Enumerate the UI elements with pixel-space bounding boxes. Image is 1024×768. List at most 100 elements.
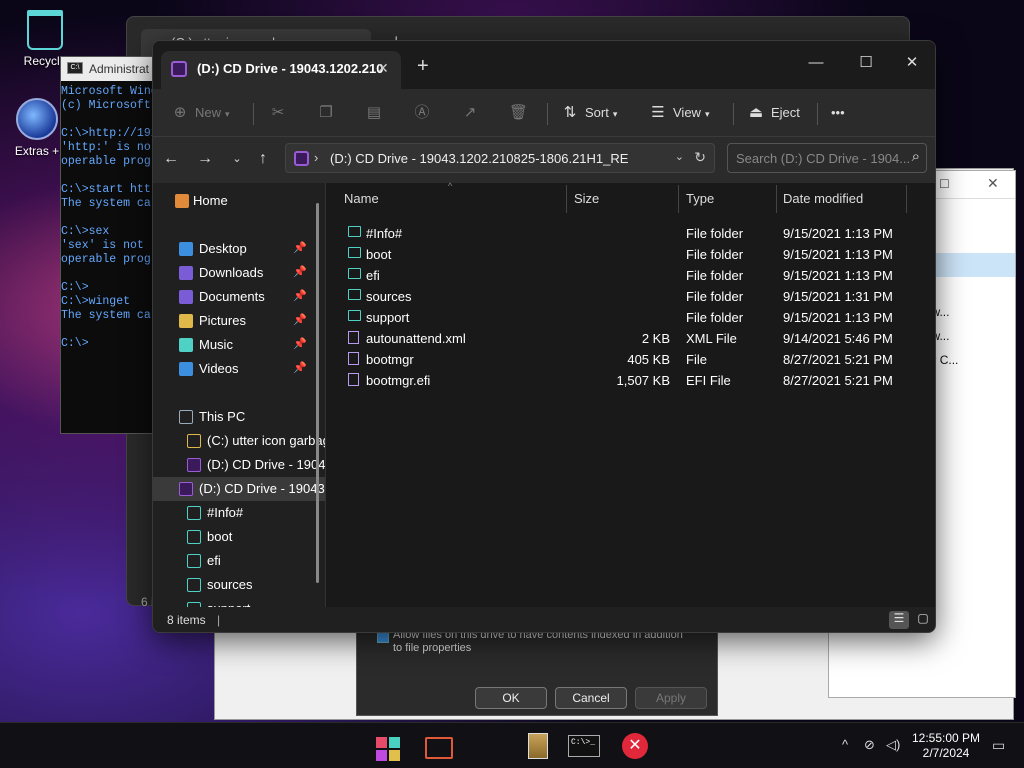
nav-folder-efi[interactable]: efi bbox=[153, 549, 325, 573]
file-row[interactable]: efi File folder 9/15/2021 1:13 PM bbox=[344, 265, 924, 286]
file-row[interactable]: boot File folder 9/15/2021 1:13 PM bbox=[344, 244, 924, 265]
new-button[interactable]: ⊕ New ▾ bbox=[171, 97, 230, 129]
nav-this-pc[interactable]: This PC bbox=[153, 405, 325, 429]
notification-icon[interactable]: ▭ bbox=[992, 737, 1005, 754]
toolbar-divider bbox=[547, 103, 548, 125]
details-view-icon[interactable]: ☰ bbox=[889, 611, 909, 629]
file-row[interactable]: sources File folder 9/15/2021 1:31 PM bbox=[344, 286, 924, 307]
new-tab-button[interactable]: + bbox=[417, 55, 429, 78]
nav-drive-c[interactable]: (C:) utter icon garbage bbox=[153, 429, 325, 453]
eject-button[interactable]: ⏏ Eject bbox=[747, 97, 800, 129]
refresh-icon[interactable]: ↻ bbox=[694, 149, 706, 166]
back-arrow-icon[interactable]: ← bbox=[157, 145, 185, 173]
volume-icon[interactable]: ◁) bbox=[886, 737, 900, 753]
folder-icon bbox=[187, 506, 201, 520]
taskbar-command-prompt[interactable]: C:\>_ bbox=[568, 731, 600, 761]
file-name: boot bbox=[366, 247, 392, 262]
pin-icon[interactable]: 📌 bbox=[293, 337, 307, 350]
music-icon bbox=[179, 338, 193, 352]
toolbar-divider bbox=[253, 103, 254, 125]
file-row[interactable]: support File folder 9/15/2021 1:13 PM bbox=[344, 307, 924, 328]
network-icon[interactable]: ⊘ bbox=[864, 737, 875, 753]
side-close-icon[interactable]: ✕ bbox=[987, 175, 999, 192]
start-button[interactable] bbox=[374, 731, 406, 761]
nav-folder-boot[interactable]: boot bbox=[153, 525, 325, 549]
address-dropdown-icon[interactable]: ⌄ bbox=[675, 150, 684, 163]
delete-button[interactable]: 🗑 bbox=[509, 97, 533, 129]
column-header-date[interactable]: Date modified bbox=[783, 191, 863, 211]
folder-icon bbox=[348, 247, 361, 258]
tab-cd-drive[interactable]: (D:) CD Drive - 19043.1202.210 bbox=[161, 51, 401, 89]
forward-arrow-icon[interactable]: → bbox=[191, 145, 219, 173]
maximize-button[interactable]: ☐ bbox=[843, 47, 889, 79]
nav-drive-d-selected[interactable]: (D:) CD Drive - 19043.1202.210825-1806.2… bbox=[153, 477, 325, 501]
share-button[interactable]: ↗ bbox=[461, 97, 485, 129]
pin-icon[interactable]: 📌 bbox=[293, 313, 307, 326]
minimize-button[interactable]: — bbox=[793, 47, 839, 79]
pin-icon[interactable]: 📌 bbox=[293, 289, 307, 302]
file-row[interactable]: bootmgr 405 KB File 8/27/2021 5:21 PM bbox=[344, 349, 924, 370]
pin-icon[interactable]: 📌 bbox=[293, 265, 307, 278]
taskbar-error-app[interactable]: ✕ bbox=[620, 731, 652, 761]
nav-documents[interactable]: Documents 📌 bbox=[153, 285, 325, 309]
nav-folder-info[interactable]: #Info# bbox=[153, 501, 325, 525]
ok-button[interactable]: OK bbox=[475, 687, 547, 709]
rename-icon: Ⓐ bbox=[414, 104, 430, 121]
taskbar-file-explorer[interactable] bbox=[422, 731, 454, 761]
view-button[interactable]: ☰ View ▾ bbox=[649, 97, 709, 129]
tiles-view-icon[interactable]: ▢ bbox=[913, 611, 933, 629]
more-options-button[interactable]: ••• bbox=[831, 97, 845, 129]
rename-button[interactable]: Ⓐ bbox=[413, 97, 437, 129]
file-row[interactable]: bootmgr.efi 1,507 KB EFI File 8/27/2021 5:2… bbox=[344, 370, 924, 391]
taskbar: C:\>_ ✕ ^ ⊘ ◁) 12:55:00 PM 2/7/2024 ▭ bbox=[0, 722, 1024, 768]
column-header-type[interactable]: Type bbox=[686, 191, 714, 211]
tray-overflow-chevron-icon[interactable]: ^ bbox=[842, 737, 848, 752]
search-input[interactable]: Search (D:) CD Drive - 1904... ⌕ bbox=[727, 143, 927, 173]
nav-videos[interactable]: Videos 📌 bbox=[153, 357, 325, 381]
nav-drive-d[interactable]: (D:) CD Drive - 19043.1202.210825-1806.2… bbox=[153, 453, 325, 477]
column-header-size[interactable]: Size bbox=[574, 191, 599, 211]
file-row[interactable]: autounattend.xml 2 KB XML File 9/14/2021 5:… bbox=[344, 328, 924, 349]
videos-icon bbox=[179, 362, 193, 376]
up-arrow-icon[interactable]: ↑ bbox=[249, 145, 277, 173]
address-bar[interactable]: › (D:) CD Drive - 19043.1202.210825-1806… bbox=[285, 143, 715, 173]
tab-close-icon[interactable]: ✕ bbox=[377, 60, 389, 77]
cancel-button[interactable]: Cancel bbox=[555, 687, 627, 709]
taskbar-archive-app[interactable] bbox=[522, 731, 554, 761]
side-maximize-icon[interactable]: ☐ bbox=[939, 177, 950, 191]
nav-downloads[interactable]: Downloads 📌 bbox=[153, 261, 325, 285]
column-divider[interactable] bbox=[906, 185, 907, 213]
column-divider[interactable] bbox=[776, 185, 777, 213]
recent-chevron-icon[interactable]: ⌄ bbox=[223, 145, 251, 173]
apply-button[interactable]: Apply bbox=[635, 687, 707, 709]
error-icon: ✕ bbox=[622, 733, 648, 759]
column-header-name[interactable]: Name bbox=[344, 191, 379, 211]
file-explorer-window[interactable]: (D:) CD Drive - 19043.1202.210 ✕ + — ☐ ✕… bbox=[152, 40, 936, 633]
nav-desktop[interactable]: Desktop 📌 bbox=[153, 237, 325, 261]
file-type: File folder bbox=[686, 310, 744, 325]
nav-folder-sources[interactable]: sources bbox=[153, 573, 325, 597]
sidebar-scrollbar[interactable] bbox=[316, 203, 319, 583]
nav-folder-support[interactable]: support bbox=[153, 597, 325, 607]
nav-music[interactable]: Music 📌 bbox=[153, 333, 325, 357]
file-type: XML File bbox=[686, 331, 737, 346]
pin-icon[interactable]: 📌 bbox=[293, 241, 307, 254]
file-name: bootmgr bbox=[366, 352, 414, 367]
file-date: 8/27/2021 5:21 PM bbox=[783, 373, 893, 388]
close-button[interactable]: ✕ bbox=[889, 47, 935, 79]
column-divider[interactable] bbox=[566, 185, 567, 213]
nav-home[interactable]: Home bbox=[153, 189, 325, 213]
start-logo-tile bbox=[376, 737, 387, 748]
column-divider[interactable] bbox=[678, 185, 679, 213]
nav-pictures[interactable]: Pictures 📌 bbox=[153, 309, 325, 333]
file-name: bootmgr.efi bbox=[366, 373, 431, 388]
nav-pictures-label: Pictures bbox=[199, 313, 246, 328]
paste-button[interactable]: ▤ bbox=[365, 97, 389, 129]
file-row[interactable]: #Info# File folder 9/15/2021 1:13 PM bbox=[344, 223, 924, 244]
pin-icon[interactable]: 📌 bbox=[293, 361, 307, 374]
sort-button[interactable]: ⇅ Sort ▾ bbox=[561, 97, 618, 129]
clock[interactable]: 12:55:00 PM 2/7/2024 bbox=[906, 731, 986, 761]
cut-button[interactable]: ✂ bbox=[269, 97, 293, 129]
copy-button[interactable]: ❐ bbox=[317, 97, 341, 129]
breadcrumb-chevron-icon: › bbox=[314, 150, 319, 165]
